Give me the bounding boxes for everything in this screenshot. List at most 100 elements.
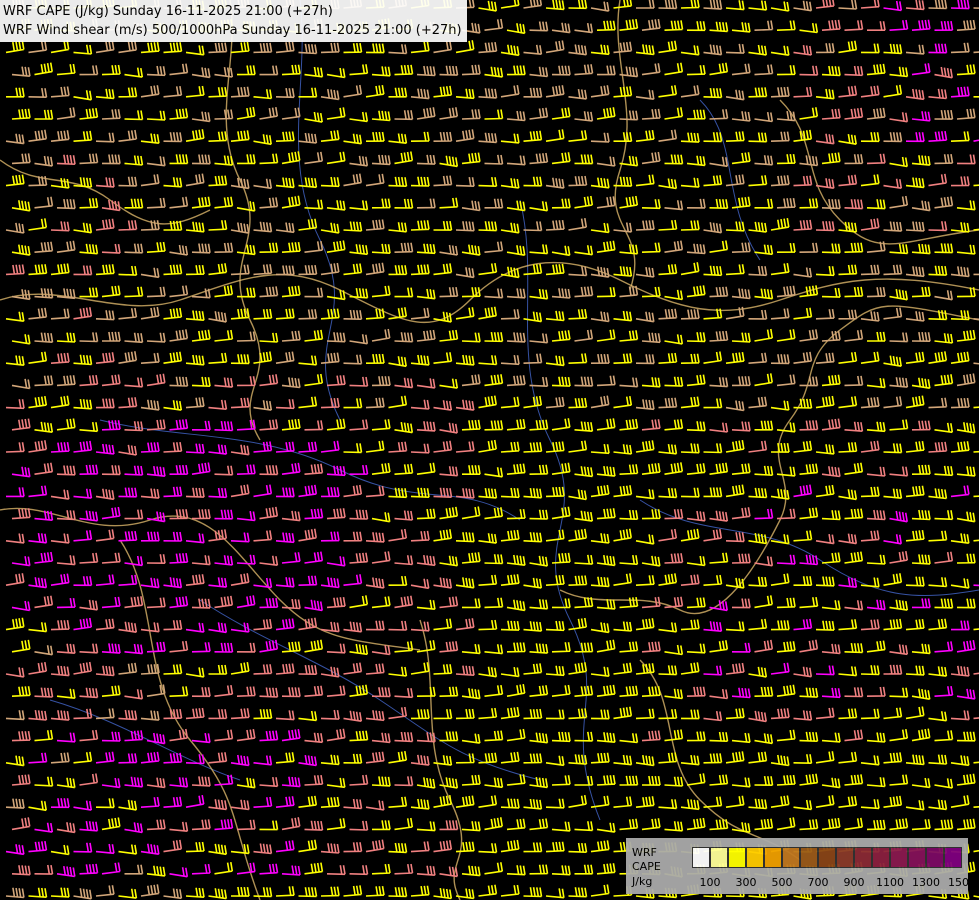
wind-barb — [545, 798, 565, 809]
wind-barb — [590, 840, 610, 853]
wind-barb — [79, 863, 99, 875]
wind-barb — [169, 196, 189, 209]
wind-barb — [523, 176, 543, 187]
wind-barb — [821, 287, 841, 298]
wind-barb — [79, 287, 99, 298]
legend-swatch — [746, 847, 764, 868]
wind-barb — [500, 309, 520, 320]
wind-barb — [79, 687, 99, 699]
wind-barb — [56, 198, 76, 210]
wind-barb — [635, 311, 655, 323]
wind-barb — [259, 863, 279, 875]
wind-barb — [478, 41, 498, 54]
wind-barb — [664, 240, 684, 253]
wind-barb — [455, 354, 475, 366]
wind-barb — [478, 619, 498, 631]
wind-barb — [304, 329, 324, 342]
wind-barb — [371, 198, 391, 209]
wind-barb — [506, 332, 526, 343]
wind-barb — [11, 378, 31, 390]
wind-barb — [523, 311, 543, 323]
wind-barb — [506, 728, 526, 742]
wind-barb — [838, 264, 858, 276]
wind-barb — [973, 228, 979, 231]
wind-barb — [5, 617, 25, 631]
wind-barb — [349, 865, 369, 876]
wind-barb — [304, 287, 324, 298]
wind-barb — [658, 264, 678, 276]
wind-barb — [635, 89, 655, 100]
wind-barb — [883, 534, 902, 545]
wind-barb — [140, 352, 160, 364]
wind-barb — [725, 795, 745, 808]
wind-barb — [748, 576, 768, 587]
wind-barb — [124, 67, 144, 78]
wind-barb — [230, 484, 250, 498]
wind-barb — [950, 485, 970, 498]
wind-barb — [686, 643, 706, 654]
wind-barb — [253, 351, 273, 364]
wind-barb — [298, 309, 318, 320]
wind-barb — [950, 710, 970, 721]
wind-barb — [140, 488, 160, 499]
wind-barb — [731, 332, 751, 343]
wind-barb — [860, 619, 880, 631]
wind-barb — [11, 108, 31, 120]
wind-barb — [506, 375, 526, 387]
wind-barb — [973, 672, 979, 675]
wind-barb — [680, 353, 700, 364]
wind-barb — [28, 752, 48, 764]
wind-barb — [230, 397, 250, 409]
wind-barb — [34, 595, 54, 609]
wind-barb — [388, 528, 408, 542]
wind-barb — [725, 0, 745, 11]
wind-barb — [793, 267, 813, 278]
wind-barb — [230, 86, 250, 98]
wind-barb — [641, 63, 661, 76]
wind-barb — [529, 555, 549, 567]
wind-barb — [281, 552, 301, 564]
wind-barb — [844, 375, 864, 387]
wind-barb — [320, 666, 340, 678]
wind-barb — [889, 774, 909, 786]
wind-barb — [50, 798, 70, 809]
wind-barb — [191, 598, 211, 609]
wind-barb — [163, 351, 183, 364]
wind-barb — [11, 686, 31, 697]
wind-barb — [11, 334, 31, 345]
wind-barb — [635, 129, 655, 142]
wind-barb — [838, 666, 858, 677]
wind-barb — [34, 196, 54, 209]
wind-barb — [349, 774, 369, 786]
wind-barb — [163, 132, 183, 143]
wind-barb — [866, 777, 886, 788]
wind-barb — [635, 796, 655, 808]
wind-barb — [365, 397, 385, 409]
wind-barb — [905, 177, 925, 189]
wind-barb — [478, 795, 498, 808]
wind-barb — [500, 178, 520, 189]
wind-barb — [821, 19, 841, 31]
wind-barb — [185, 397, 205, 409]
wind-barb — [928, 351, 948, 364]
wind-barb — [551, 288, 571, 299]
wind-barb — [484, 241, 504, 253]
wind-barb — [208, 487, 228, 499]
wind-barb — [590, 666, 610, 677]
wind-barb — [905, 351, 925, 364]
wind-barb — [118, 888, 138, 899]
wind-barb — [680, 220, 700, 231]
wind-barb — [343, 443, 363, 454]
wind-barb — [619, 685, 639, 697]
wind-barb — [545, 0, 565, 11]
wind-barb — [934, 641, 954, 653]
wind-barb — [905, 132, 925, 143]
wind-barb — [275, 441, 295, 453]
wind-barb — [703, 710, 723, 722]
wind-barb — [680, 619, 700, 631]
legend-swatch — [818, 847, 836, 868]
wind-barb — [140, 796, 160, 808]
wind-barb — [844, 20, 864, 31]
wind-barb — [56, 107, 76, 120]
wind-barb — [433, 440, 453, 453]
